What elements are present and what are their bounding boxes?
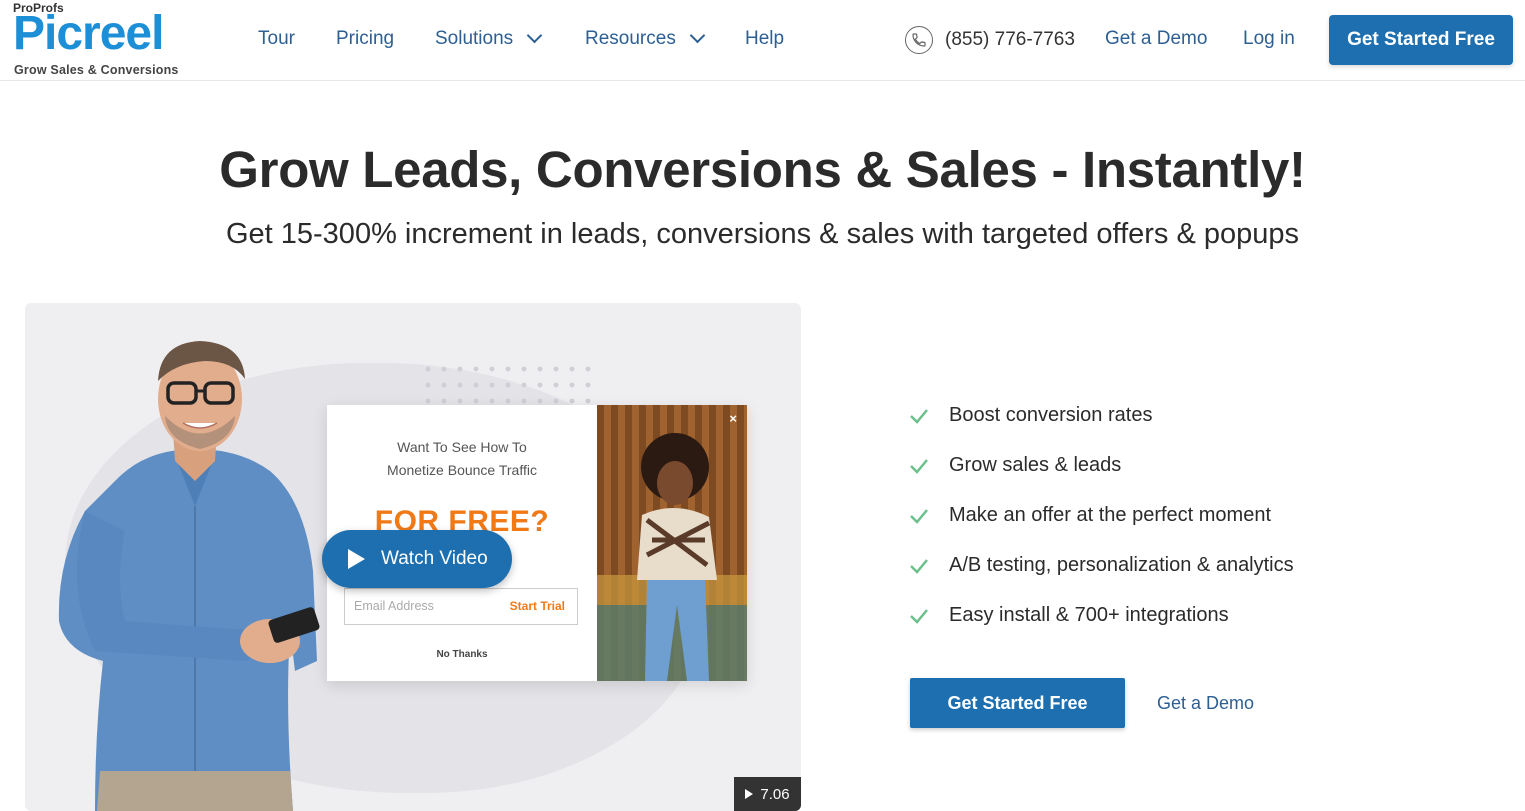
- play-icon: [745, 789, 754, 799]
- woman-photo: ×: [597, 405, 747, 681]
- nav-resources[interactable]: Resources: [585, 27, 706, 50]
- popup-email-placeholder: Email Address: [354, 599, 434, 613]
- check-icon: [910, 408, 928, 424]
- feature-text: A/B testing, personalization & analytics: [949, 554, 1294, 576]
- page-subtitle: Get 15-300% increment in leads, conversi…: [225, 218, 1300, 250]
- nav-pricing-label: Pricing: [336, 28, 395, 49]
- feature-item: Grow sales & leads: [908, 454, 1121, 477]
- feature-item: Make an offer at the perfect moment: [908, 504, 1271, 527]
- nav-tour-label: Tour: [258, 28, 295, 49]
- nav-resources-label: Resources: [585, 28, 676, 49]
- get-started-button[interactable]: Get Started Free: [910, 678, 1125, 728]
- close-icon: ×: [729, 411, 737, 426]
- login-link[interactable]: Log in: [1243, 28, 1295, 50]
- feature-item: Boost conversion rates: [908, 404, 1152, 427]
- header-get-demo-link[interactable]: Get a Demo: [1105, 28, 1207, 50]
- video-duration-badge[interactable]: 7.06: [734, 777, 801, 811]
- woman-image: [597, 405, 747, 681]
- dot-pattern: [420, 361, 600, 411]
- header-get-started-button[interactable]: Get Started Free: [1329, 15, 1513, 65]
- popup-question-line2: Monetize Bounce Traffic: [387, 462, 537, 478]
- watch-video-button[interactable]: Watch Video: [322, 530, 512, 588]
- check-icon: [910, 608, 928, 624]
- video-preview[interactable]: Want To See How To Monetize Bounce Traff…: [25, 303, 801, 811]
- nav-solutions-label: Solutions: [435, 28, 514, 49]
- picreel-wordmark: Picreel: [13, 7, 164, 60]
- popup-start-trial: Start Trial: [509, 599, 565, 613]
- video-duration: 7.06: [760, 785, 790, 803]
- brand-tagline: Grow Sales & Conversions: [14, 63, 179, 77]
- nav-pricing[interactable]: Pricing: [336, 28, 394, 50]
- feature-text: Make an offer at the perfect moment: [949, 504, 1272, 526]
- popup-question-line1: Want To See How To: [397, 439, 527, 455]
- feature-item: A/B testing, personalization & analytics: [908, 554, 1294, 577]
- page-title: Grow Leads, Conversions & Sales - Instan…: [219, 141, 1306, 198]
- picreel-logo[interactable]: ProProfs Picreel Grow Sales & Conversion…: [13, 0, 203, 80]
- nav-solutions[interactable]: Solutions: [435, 27, 543, 50]
- feature-text: Easy install & 700+ integrations: [949, 604, 1229, 626]
- feature-item: Easy install & 700+ integrations: [908, 604, 1229, 627]
- nav-help[interactable]: Help: [745, 28, 784, 50]
- get-demo-link[interactable]: Get a Demo: [1157, 693, 1254, 714]
- play-icon: [348, 549, 365, 569]
- feature-text: Boost conversion rates: [949, 404, 1153, 426]
- nav-tour[interactable]: Tour: [258, 28, 295, 50]
- check-icon: [910, 558, 928, 574]
- man-with-phone-image: [58, 341, 320, 811]
- phone-contact[interactable]: (855) 776-7763: [905, 26, 1075, 54]
- chevron-down-icon: [689, 27, 706, 44]
- check-icon: [910, 508, 928, 524]
- site-header: ProProfs Picreel Grow Sales & Conversion…: [0, 0, 1525, 81]
- watch-video-label: Watch Video: [381, 548, 488, 569]
- phone-number: (855) 776-7763: [945, 29, 1075, 50]
- check-icon: [910, 458, 928, 474]
- nav-help-label: Help: [745, 28, 785, 49]
- popup-email-field: Email Address Start Trial: [344, 588, 578, 625]
- feature-text: Grow sales & leads: [949, 454, 1122, 476]
- popup-no-thanks: No Thanks: [436, 649, 488, 660]
- chevron-down-icon: [526, 27, 543, 44]
- phone-icon: [905, 26, 933, 54]
